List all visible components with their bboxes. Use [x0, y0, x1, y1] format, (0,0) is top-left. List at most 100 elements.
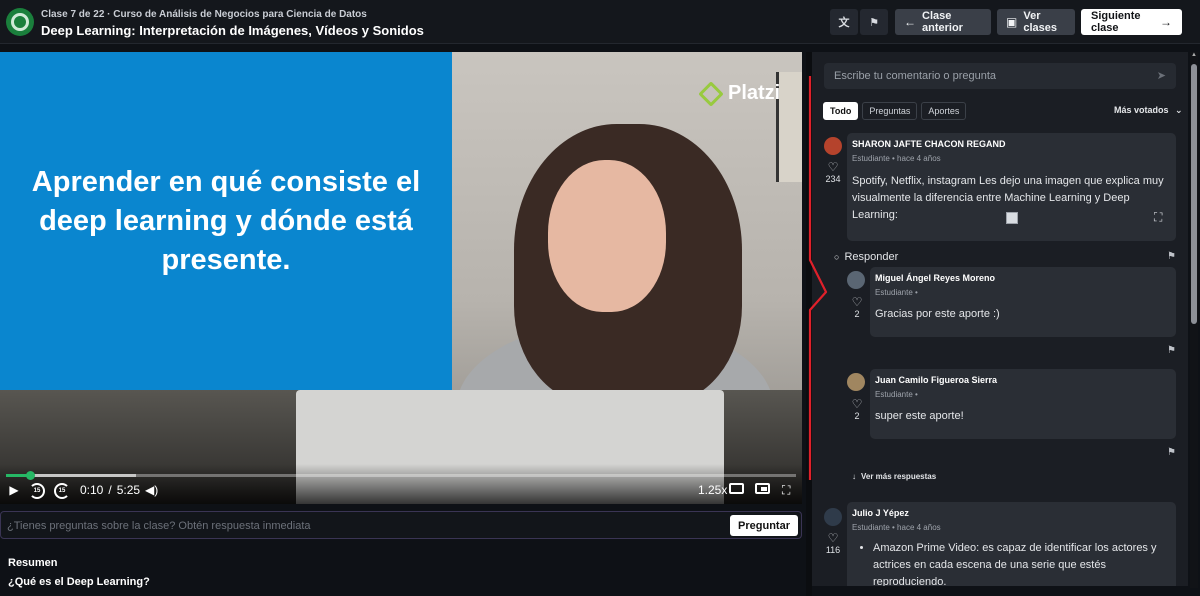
time-separator: / — [108, 483, 112, 497]
heart-icon[interactable]: ♡ — [822, 531, 844, 545]
comment-meta: Estudiante • — [875, 390, 918, 399]
comments-scrollbar[interactable]: ▲ — [1190, 52, 1198, 588]
video-slide: Aprender en qué consiste el deep learnin… — [0, 52, 452, 390]
fullscreen-icon: ⛶ — [782, 483, 791, 497]
subtitles-button[interactable] — [729, 483, 744, 494]
reply-label: Responder — [844, 251, 899, 263]
list-item: Amazon Prime Video: es capaz de identifi… — [873, 540, 1169, 586]
comments-panel: ➤ Todo Preguntas Aportes Más votados ⌄ ♡… — [812, 52, 1188, 586]
heart-icon[interactable]: ♡ — [846, 295, 868, 309]
ask-question-input[interactable] — [7, 517, 707, 534]
scroll-up-icon[interactable]: ▲ — [1190, 52, 1198, 60]
subtitles-icon — [729, 483, 744, 494]
view-classes-button[interactable]: ▣ Ver clases — [997, 9, 1075, 35]
heart-icon[interactable]: ♡ — [846, 397, 868, 411]
like-column: ♡ 116 — [822, 531, 844, 555]
watermark-text: Platzi — [728, 82, 781, 104]
like-column: ♡ 234 — [822, 160, 844, 184]
reply-button[interactable]: ○ Responder — [834, 251, 898, 263]
next-class-button[interactable]: Siguiente clase → — [1081, 9, 1182, 35]
previous-class-label: Clase anterior — [922, 10, 963, 34]
flag-icon[interactable]: ⚑ — [1167, 251, 1176, 262]
previous-class-button[interactable]: ← Clase anterior — [895, 9, 991, 35]
play-icon: ▶ — [9, 483, 19, 497]
translate-icon: 文 — [838, 17, 850, 29]
report-button[interactable]: ⚑ — [860, 9, 888, 35]
comment-text: Gracias por este aporte :) — [875, 308, 1000, 320]
fullscreen-button[interactable]: ⛶ — [782, 483, 790, 498]
picture-in-picture-button[interactable] — [755, 483, 770, 494]
like-count: 2 — [854, 309, 860, 319]
ask-question-bar: Preguntar — [0, 511, 802, 539]
comment-filters: Todo Preguntas Aportes — [823, 102, 967, 120]
platzi-watermark: Platzi — [698, 80, 781, 107]
translate-button[interactable]: 文 — [830, 9, 858, 35]
volume-button[interactable]: ◀) — [145, 483, 158, 497]
filter-contributions[interactable]: Aportes — [921, 102, 967, 120]
like-column: ♡ 2 — [846, 295, 868, 319]
arrow-down-icon: ↓ — [852, 472, 856, 481]
slide-text: Aprender en qué consiste el deep learnin… — [31, 165, 421, 276]
avatar[interactable] — [847, 271, 865, 289]
broken-image-icon[interactable] — [1006, 212, 1018, 224]
reply-card: Juan Camilo Figueroa Sierra Estudiante •… — [870, 369, 1176, 439]
flag-icon[interactable]: ⚑ — [1167, 447, 1176, 458]
lock-icon: ▣ — [1006, 15, 1018, 29]
reply-card: Miguel Ángel Reyes Moreno Estudiante • G… — [870, 267, 1176, 337]
comment-card: SHARON JAFTE CHACON REGAND Estudiante • … — [847, 133, 1176, 241]
platzi-mark-icon — [698, 80, 724, 107]
comment-text: super este aporte! — [875, 410, 964, 422]
next-class-label: Siguiente clase — [1091, 10, 1141, 34]
class-title: Deep Learning: Interpretación de Imágene… — [41, 23, 424, 38]
play-button[interactable]: ▶ — [7, 483, 21, 497]
speed-value: 1.25x — [698, 483, 728, 497]
rewind-icon: 15 — [29, 483, 45, 499]
arrow-right-icon: → — [1160, 15, 1172, 29]
forward-icon: 15 — [54, 483, 70, 499]
comment-box: ➤ — [824, 63, 1176, 89]
like-count: 116 — [825, 545, 841, 555]
presenter-face — [548, 160, 666, 312]
view-classes-label: Ver clases — [1023, 10, 1057, 34]
speed-button[interactable]: 1.25x — [698, 483, 727, 497]
volume-icon: ◀) — [145, 483, 159, 497]
flag-icon[interactable]: ⚑ — [1167, 345, 1176, 356]
rewind-button[interactable]: 15 — [29, 483, 45, 499]
more-replies-button[interactable]: ↓ Ver más respuestas — [852, 472, 936, 481]
comment-meta: Estudiante • — [875, 288, 918, 297]
comment-author[interactable]: Julio J Yépez — [852, 508, 909, 518]
video-player[interactable]: Aprender en qué consiste el deep learnin… — [0, 52, 802, 504]
scroll-thumb[interactable] — [1191, 64, 1197, 324]
time-display: 0:10 / 5:25 — [80, 483, 140, 497]
like-count: 2 — [854, 411, 860, 421]
more-replies-label: Ver más respuestas — [861, 472, 937, 481]
comment-bubble-icon: ○ — [834, 252, 840, 262]
send-icon[interactable]: ➤ — [1157, 69, 1166, 82]
heart-icon[interactable]: ♡ — [822, 160, 844, 174]
comment-input[interactable] — [834, 68, 1144, 84]
comment-card: Julio J Yépez Estudiante • hace 4 años A… — [847, 502, 1176, 586]
avatar[interactable] — [847, 373, 865, 391]
forward-button[interactable]: 15 — [54, 483, 70, 499]
avatar[interactable] — [824, 137, 842, 155]
expand-icon[interactable]: ⛶ — [1154, 210, 1162, 225]
video-progress-bar[interactable] — [6, 471, 796, 480]
comment-author[interactable]: Miguel Ángel Reyes Moreno — [875, 273, 995, 283]
platzi-logo-icon[interactable] — [6, 8, 34, 36]
comment-author[interactable]: Juan Camilo Figueroa Sierra — [875, 375, 997, 385]
chevron-down-icon: ⌄ — [1175, 105, 1183, 115]
summary-question: ¿Qué es el Deep Learning? — [8, 576, 150, 588]
top-header: Clase 7 de 22 · Curso de Análisis de Neg… — [0, 0, 1200, 44]
comment-author[interactable]: SHARON JAFTE CHACON REGAND — [852, 139, 1006, 149]
picture-in-picture-icon — [755, 483, 770, 494]
like-count: 234 — [825, 174, 841, 184]
filter-all[interactable]: Todo — [823, 102, 859, 120]
avatar[interactable] — [824, 508, 842, 526]
sort-dropdown[interactable]: Más votados ⌄ — [1114, 105, 1183, 116]
flag-icon: ⚑ — [869, 16, 879, 29]
filter-questions[interactable]: Preguntas — [862, 102, 918, 120]
summary-heading: Resumen — [8, 557, 58, 569]
course-breadcrumb[interactable]: Clase 7 de 22 · Curso de Análisis de Neg… — [41, 9, 367, 20]
like-column: ♡ 2 — [846, 397, 868, 421]
ask-button[interactable]: Preguntar — [730, 515, 798, 536]
